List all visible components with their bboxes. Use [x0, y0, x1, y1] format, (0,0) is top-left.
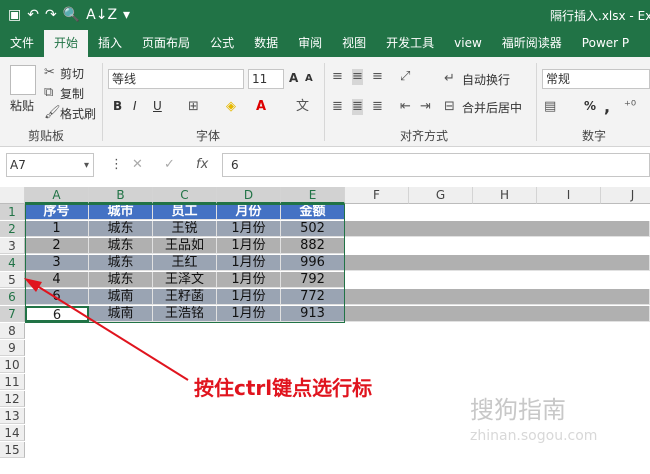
arrow-line: [33, 283, 189, 381]
annotation-text: 按住ctrl键点选行标: [194, 376, 373, 400]
arrow-head: [24, 278, 42, 292]
watermark-url: zhinan.sogou.com: [470, 428, 598, 444]
watermark-logo-text: 搜狗指南: [470, 396, 566, 424]
